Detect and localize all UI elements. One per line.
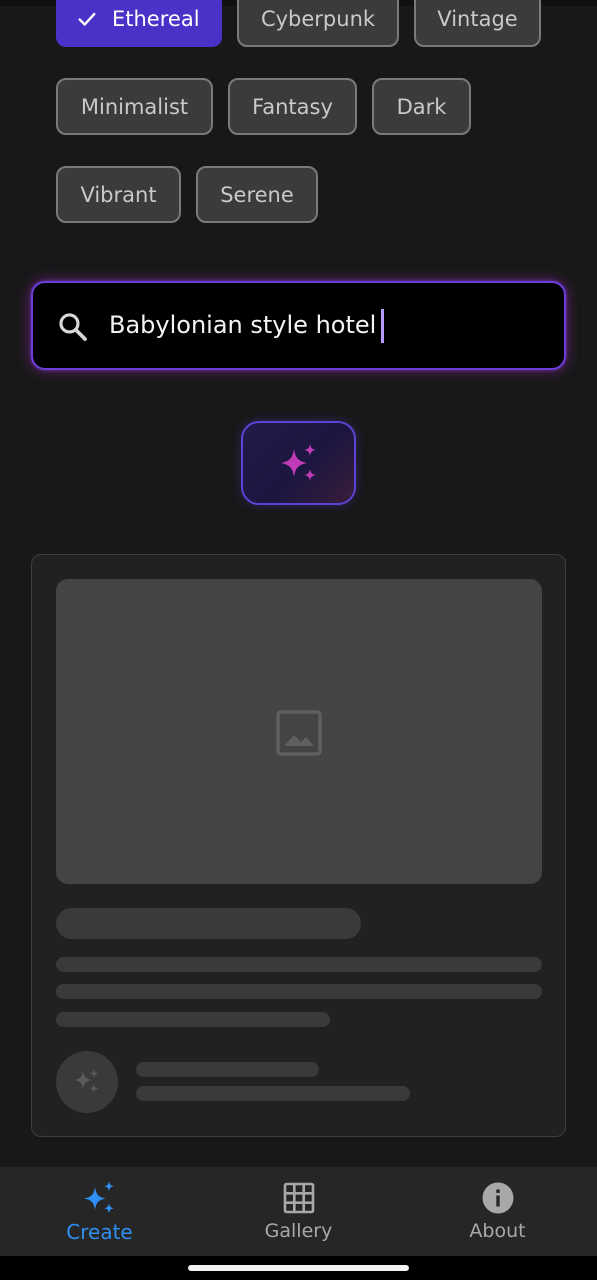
check-icon [78,12,96,26]
chip-serene[interactable]: Serene [196,166,318,223]
nav-about[interactable]: About [398,1167,597,1256]
info-icon [482,1182,513,1214]
chip-label: Serene [220,182,294,207]
text-line-skeleton [56,957,542,972]
sparkles-icon [281,444,316,481]
grid-icon [283,1182,314,1214]
title-skeleton [56,908,361,939]
sparkles-icon [83,1181,114,1214]
chip-cyberpunk[interactable]: Cyberpunk [237,0,399,47]
image-placeholder [56,579,542,884]
text-line-skeleton [56,984,542,999]
text-line-skeleton [56,1012,330,1027]
bottom-navigation: Create Gallery About [0,1167,597,1256]
image-placeholder-icon [276,710,322,756]
chip-label: Dark [396,94,447,119]
text-cursor [381,309,384,343]
meta-line-skeleton [136,1062,319,1077]
chip-vintage[interactable]: Vintage [414,0,541,47]
search-icon [59,313,87,341]
chip-label: Vibrant [80,182,157,207]
nav-label: Create [66,1220,133,1244]
nav-label: About [469,1220,526,1242]
sparkles-icon [74,1069,99,1093]
chip-dark[interactable]: Dark [372,78,471,135]
meta-line-skeleton [136,1086,410,1101]
system-gesture-bar [0,1256,597,1280]
chip-minimalist[interactable]: Minimalist [56,78,213,135]
avatar-placeholder [56,1051,118,1113]
chip-label: Vintage [437,6,518,31]
home-indicator[interactable] [188,1265,409,1271]
chip-label: Ethereal [112,6,200,31]
nav-gallery[interactable]: Gallery [199,1167,398,1256]
prompt-input-value: Babylonian style hotel [109,311,377,339]
result-card-skeleton [31,554,566,1137]
generate-button[interactable] [241,421,356,505]
chip-label: Fantasy [252,94,333,119]
app-screen: Ethereal Cyberpunk Vintage Minimalist Fa… [0,0,597,1280]
chip-fantasy[interactable]: Fantasy [228,78,357,135]
prompt-input[interactable]: Babylonian style hotel [31,281,566,370]
chip-label: Cyberpunk [260,6,376,31]
nav-label: Gallery [264,1220,333,1242]
chip-label: Minimalist [80,94,189,119]
nav-create[interactable]: Create [0,1167,199,1256]
chip-ethereal[interactable]: Ethereal [56,0,222,47]
chip-vibrant[interactable]: Vibrant [56,166,181,223]
